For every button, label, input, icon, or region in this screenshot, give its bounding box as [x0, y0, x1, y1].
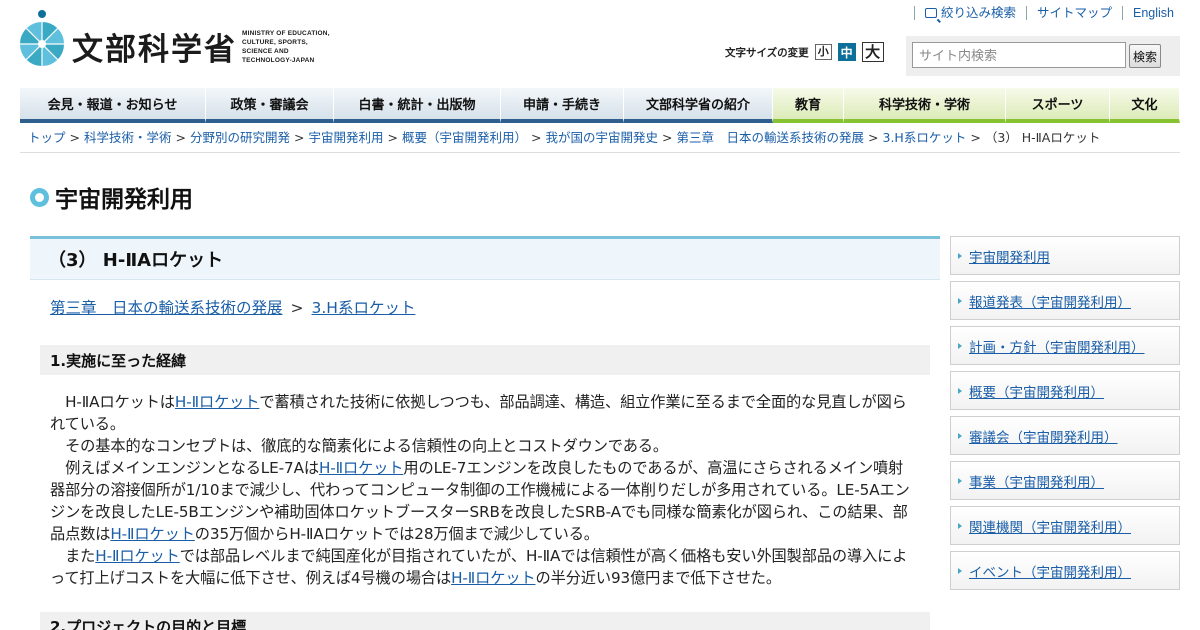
paragraph-4: またH-Ⅱロケットでは部品レベルまで純国産化が目指されていたが、H-ⅡAでは信頼… — [50, 547, 908, 587]
nav-education[interactable]: 教育 — [773, 88, 844, 123]
logo-text-jp: 文部科学省 — [72, 32, 237, 68]
paragraph-3: 例えばメインエンジンとなるLE-7AはH-Ⅱロケット用のLE-7エンジンを改良し… — [50, 459, 910, 543]
utility-links: 絞り込み検索 サイトマップ English — [913, 6, 1184, 20]
breadcrumb-link-overview[interactable]: 概要（宇宙開発利用） — [402, 130, 527, 145]
breadcrumb-separator: > — [662, 130, 673, 145]
side-nav: 宇宙開発利用 報道発表（宇宙開発利用） 計画・方針（宇宙開発利用） 概要（宇宙開… — [950, 236, 1180, 596]
side-nav-item[interactable]: 事業（宇宙開発利用） — [950, 461, 1180, 500]
font-size-medium-button[interactable]: 中 — [837, 43, 856, 61]
side-nav-link-press[interactable]: 報道発表（宇宙開発利用） — [969, 291, 1131, 311]
breadcrumb-link-top[interactable]: トップ — [28, 130, 66, 145]
breadcrumb: トップ > 科学技術・学術 > 分野別の研究開発 > 宇宙開発利用 > 概要（宇宙開発利用） > 我… — [20, 124, 1180, 153]
side-nav-item[interactable]: 審議会（宇宙開発利用） — [950, 416, 1180, 455]
page-title-text: 宇宙開発利用 — [55, 187, 193, 213]
font-size-switcher: 文字サイズの変更 小 中 大 — [725, 42, 884, 62]
font-size-small-button[interactable]: 小 — [814, 44, 832, 60]
page-title: 宇宙開発利用 — [30, 180, 193, 214]
breadcrumb-link-field[interactable]: 分野別の研究開発 — [190, 130, 290, 145]
nav-application[interactable]: 申請・手続き — [501, 88, 624, 123]
breadcrumb-link-chapter3[interactable]: 第三章 日本の輸送系技術の発展 — [677, 130, 865, 145]
side-nav-item[interactable]: イベント（宇宙開発利用） — [950, 551, 1180, 590]
breadcrumb-link-science[interactable]: 科学技術・学術 — [84, 130, 172, 145]
font-size-large-button[interactable]: 大 — [861, 42, 884, 62]
breadcrumb-separator: > — [387, 130, 398, 145]
h2-rocket-link[interactable]: H-Ⅱロケット — [110, 525, 195, 543]
search-button[interactable]: 検索 — [1129, 44, 1161, 68]
breadcrumb-separator: > — [175, 130, 186, 145]
section-heading-1: 1.実施に至った経緯 — [40, 345, 930, 375]
nav-press[interactable]: 会見・報道・お知らせ — [20, 88, 206, 123]
nav-sports[interactable]: スポーツ — [1006, 88, 1110, 123]
side-nav-link-projects[interactable]: 事業（宇宙開発利用） — [969, 471, 1104, 491]
breadcrumb-separator: > — [531, 130, 542, 145]
section-heading-2: 2.プロジェクトの目的と目標 — [40, 612, 930, 630]
side-nav-link-agencies[interactable]: 関連機関（宇宙開発利用） — [969, 516, 1131, 536]
breadcrumb-separator: > — [294, 130, 305, 145]
nav-culture[interactable]: 文化 — [1110, 88, 1180, 123]
h2-rocket-link[interactable]: H-Ⅱロケット — [319, 459, 404, 477]
english-link[interactable]: English — [1122, 6, 1184, 20]
title-bullet-icon — [30, 187, 49, 207]
article-breadcrumb-separator: > — [290, 299, 304, 317]
chapter3-link[interactable]: 第三章 日本の輸送系技術の発展 — [50, 299, 283, 317]
side-nav-link-plan[interactable]: 計画・方針（宇宙開発利用） — [969, 336, 1145, 356]
side-nav-link-council[interactable]: 審議会（宇宙開発利用） — [969, 426, 1118, 446]
h2-rocket-link[interactable]: H-Ⅱロケット — [175, 393, 260, 411]
nav-whitepaper[interactable]: 白書・統計・出版物 — [334, 88, 501, 123]
side-nav-item[interactable]: 関連機関（宇宙開発利用） — [950, 506, 1180, 545]
global-nav: 会見・報道・お知らせ 政策・審議会 白書・統計・出版物 申請・手続き 文部科学省… — [20, 88, 1180, 123]
side-nav-link-space[interactable]: 宇宙開発利用 — [969, 246, 1050, 266]
paragraph-1: H-ⅡAロケットはH-Ⅱロケットで蓄積された技術に依拠しつつも、部品調達、構造、… — [50, 393, 907, 433]
side-nav-item[interactable]: 宇宙開発利用 — [950, 236, 1180, 275]
logo-text-en: MINISTRY OF EDUCATION, CULTURE, SPORTS, … — [242, 30, 330, 64]
sitemap-link[interactable]: サイトマップ — [1025, 6, 1122, 20]
h2-rocket-link[interactable]: H-Ⅱロケット — [451, 569, 536, 587]
breadcrumb-separator: > — [69, 130, 80, 145]
refine-search-link[interactable]: 絞り込み検索 — [913, 6, 1026, 20]
breadcrumb-link-hrocket[interactable]: 3.H系ロケット — [883, 130, 967, 145]
search-input[interactable] — [912, 42, 1126, 68]
nav-about[interactable]: 文部科学省の紹介 — [624, 88, 773, 123]
paragraph-2: その基本的なコンセプトは、徹底的な簡素化による信頼性の向上とコストダウンである。 — [65, 437, 668, 455]
site-search: 検索 — [906, 36, 1180, 76]
side-nav-item[interactable]: 概要（宇宙開発利用） — [950, 371, 1180, 410]
nav-science[interactable]: 科学技術・学術 — [844, 88, 1006, 123]
article-body: H-ⅡAロケットはH-Ⅱロケットで蓄積された技術に依拠しつつも、部品調達、構造、… — [50, 391, 914, 589]
h2-rocket-link[interactable]: H-Ⅱロケット — [95, 547, 180, 565]
side-nav-item[interactable]: 報道発表（宇宙開発利用） — [950, 281, 1180, 320]
breadcrumb-separator: > — [868, 130, 879, 145]
side-nav-item[interactable]: 計画・方針（宇宙開発利用） — [950, 326, 1180, 365]
breadcrumb-link-history[interactable]: 我が国の宇宙開発史 — [546, 130, 659, 145]
side-nav-link-overview[interactable]: 概要（宇宙開発利用） — [969, 381, 1104, 401]
breadcrumb-current: （3） H-ⅡAロケット — [984, 130, 1101, 145]
mext-emblem-icon — [20, 10, 64, 66]
breadcrumb-link-space[interactable]: 宇宙開発利用 — [309, 130, 384, 145]
main-content: （3） H-ⅡAロケット 第三章 日本の輸送系技術の発展 >3.H系ロケット 1.… — [30, 236, 940, 589]
mext-logo[interactable]: 文部科学省 MINISTRY OF EDUCATION, CULTURE, SP… — [20, 10, 340, 68]
article-title: （3） H-ⅡAロケット — [30, 236, 940, 280]
side-nav-link-events[interactable]: イベント（宇宙開発利用） — [969, 561, 1131, 581]
breadcrumb-separator: > — [970, 130, 981, 145]
refine-search-icon — [924, 8, 937, 18]
article-breadcrumb: 第三章 日本の輸送系技術の発展 >3.H系ロケット — [30, 296, 940, 318]
nav-policy[interactable]: 政策・審議会 — [206, 88, 334, 123]
hrocket-link[interactable]: 3.H系ロケット — [312, 299, 416, 317]
font-size-label: 文字サイズの変更 — [725, 46, 809, 59]
